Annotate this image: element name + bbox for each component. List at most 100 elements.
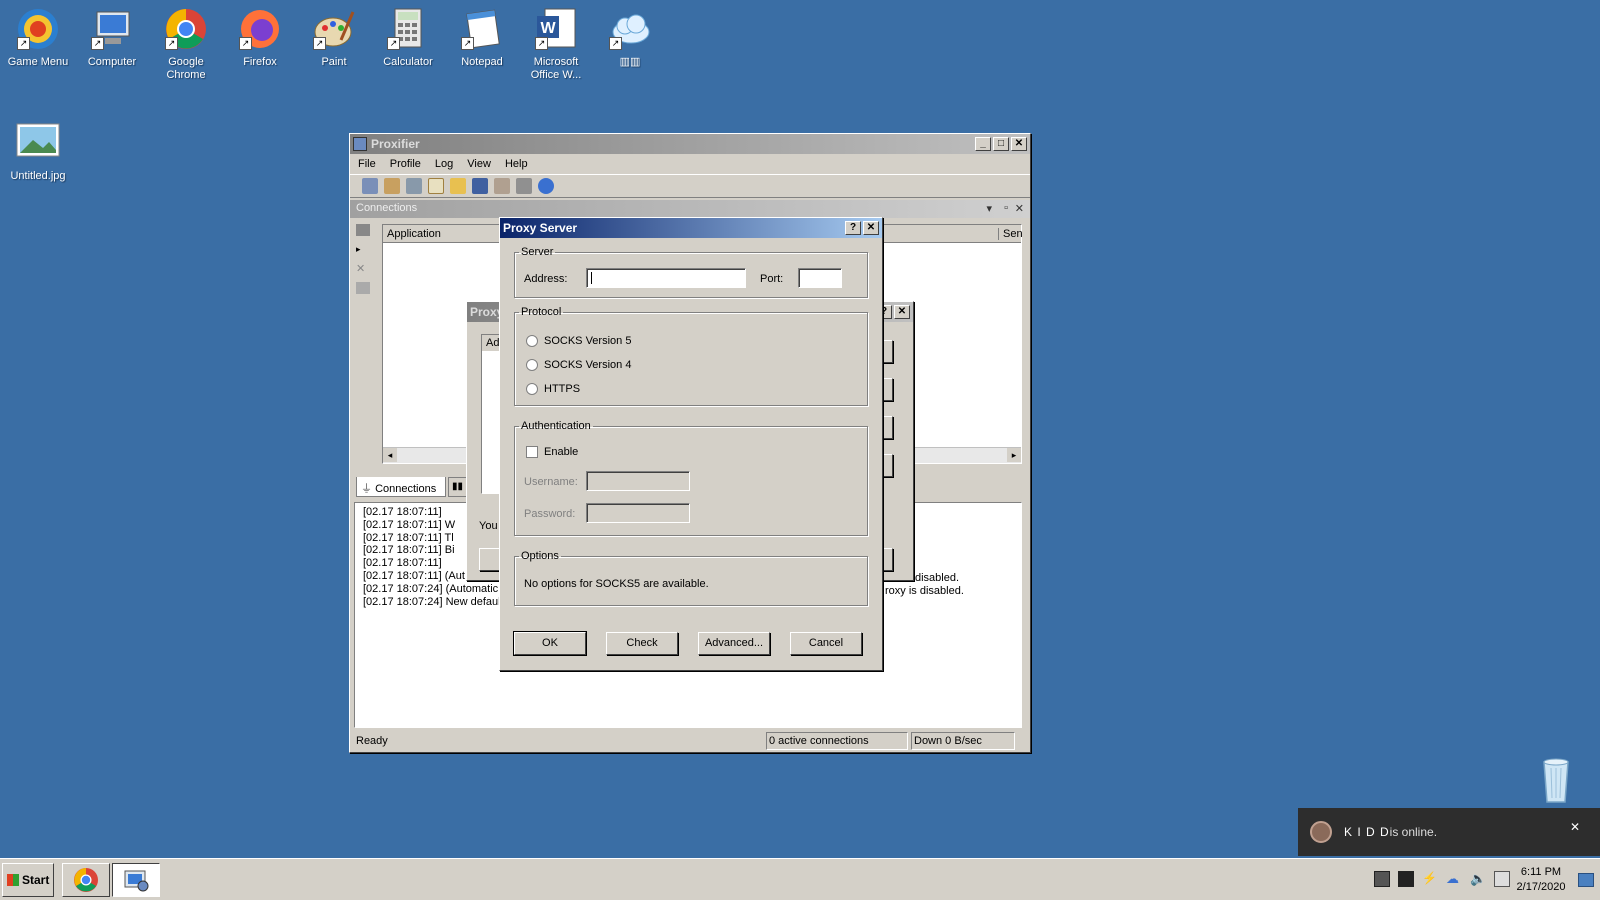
radio-socks5[interactable]: SOCKS Version 5 [526, 335, 631, 347]
notification-user: K I D D [1344, 825, 1390, 839]
options-icon[interactable] [494, 178, 510, 194]
paint-icon: ↗ [311, 6, 357, 52]
scroll-right-icon[interactable]: ▸ [1007, 448, 1021, 462]
print-icon[interactable] [516, 178, 532, 194]
menu-log[interactable]: Log [435, 158, 453, 170]
volume-icon[interactable]: 🔈 [1470, 871, 1486, 887]
notepad-icon: ↗ [459, 6, 505, 52]
advanced-button[interactable]: Advanced... [698, 632, 770, 655]
enable-checkbox[interactable]: Enable [526, 446, 578, 458]
radio-https[interactable]: HTTPS [526, 383, 580, 395]
desktop-icon-chrome[interactable]: ↗ Google Chrome [148, 6, 224, 82]
menu-help[interactable]: Help [505, 158, 528, 170]
avatar [1310, 821, 1332, 843]
firefox-icon: ↗ [237, 6, 283, 52]
port-input[interactable] [798, 268, 842, 288]
app-tray-icon[interactable] [1398, 871, 1414, 887]
ok-button[interactable]: OK [513, 631, 587, 656]
new-profile-icon[interactable] [428, 178, 444, 194]
desktop-icon-label: Computer [87, 56, 137, 68]
panel-close-icon[interactable]: ✕ [1015, 202, 1024, 215]
maximize-button[interactable]: □ [993, 137, 1009, 151]
desktop-icon-calculator[interactable]: ↗ Calculator [370, 6, 446, 69]
panel-pin-icon[interactable]: ▫ [1004, 202, 1008, 214]
taskbar-chrome[interactable] [62, 863, 110, 897]
proxy-server-dialog: Proxy Server ? ✕ Server Address: Port: P… [499, 217, 883, 671]
save-profile-icon[interactable] [472, 178, 488, 194]
tab-traffic[interactable]: ▮▮ [448, 477, 468, 497]
name-resolution-icon[interactable] [406, 178, 422, 194]
svg-text:W: W [540, 20, 556, 37]
help-icon[interactable] [538, 178, 554, 194]
scroll-left-icon[interactable]: ◂ [383, 448, 397, 462]
group-label: Server [521, 246, 554, 258]
calculator-icon: ↗ [385, 6, 431, 52]
cloud-tray-icon[interactable]: ☁ [1446, 871, 1462, 887]
open-profile-icon[interactable] [450, 178, 466, 194]
notification-close-icon[interactable]: ✕ [1570, 820, 1580, 834]
desktop-icon-label: Game Menu [7, 56, 69, 68]
desktop-icon-firefox[interactable]: ↗ Firefox [222, 6, 298, 69]
status-ready: Ready [356, 735, 388, 747]
show-desktop-icon[interactable] [1578, 873, 1594, 887]
address-label: Address: [524, 273, 568, 285]
desktop-icon-label: Firefox [243, 56, 277, 68]
copy-icon[interactable] [356, 282, 370, 294]
desktop-icon-untitled-jpg[interactable]: Untitled.jpg [0, 120, 76, 183]
group-label: Protocol [521, 306, 562, 318]
radio-label: SOCKS Version 5 [544, 335, 632, 347]
address-input[interactable] [586, 268, 746, 288]
col-sent[interactable]: Sen [998, 228, 1023, 240]
tab-connections[interactable]: ⏚ Connections [356, 477, 446, 497]
desktop-icon-notepad[interactable]: ↗ Notepad [444, 6, 520, 69]
username-input[interactable] [586, 471, 690, 491]
menu-file[interactable]: File [358, 158, 376, 170]
desktop-icon-computer[interactable]: ↗ Computer [74, 6, 150, 69]
recycle-bin-icon[interactable] [1536, 756, 1576, 806]
username-label: Username: [524, 476, 578, 488]
network-icon[interactable] [1494, 871, 1510, 887]
radio-circle [526, 359, 538, 371]
help-button[interactable]: ? [845, 221, 861, 235]
close-button[interactable]: ✕ [863, 221, 879, 235]
status-bar: Ready 0 active connections Down 0 B/sec [354, 732, 1022, 750]
menu-profile[interactable]: Profile [390, 158, 421, 170]
arrow-icon[interactable]: ▸ [356, 244, 370, 254]
checkbox-label: Enable [544, 446, 579, 458]
status-active-connections: 0 active connections [766, 732, 908, 750]
desktop-icon-game-menu[interactable]: ↗ Game Menu [0, 6, 76, 69]
connections-panel-header: Connections ✕ ▫ ▾ [350, 200, 1030, 218]
desktop-icon-label: Untitled.jpg [10, 170, 66, 182]
radio-circle [526, 335, 538, 347]
col-application[interactable]: Application [387, 228, 441, 240]
desktop-icon-paint[interactable]: ↗ Paint [296, 6, 372, 69]
minimize-button[interactable]: _ [975, 137, 991, 151]
network-off-tray-icon[interactable]: ⚡ [1422, 871, 1438, 887]
online-notification[interactable]: K I D D is online. ✕ [1298, 808, 1600, 856]
clock[interactable]: 6:11 PM 2/17/2020 [1510, 865, 1572, 895]
desktop-icon-cloud[interactable]: ↗ ▥▥ [592, 6, 668, 69]
proxification-rules-icon[interactable] [384, 178, 400, 194]
desktop-icon-word[interactable]: W ↗ Microsoft Office W... [518, 6, 594, 82]
cancel-button[interactable]: Cancel [790, 632, 862, 655]
toolbar [350, 174, 1030, 198]
desktop-icon-label: Microsoft Office W... [530, 56, 582, 81]
cloud-icon: ↗ [607, 6, 653, 52]
square-tray-icon[interactable] [1374, 871, 1390, 887]
list-icon[interactable] [356, 224, 370, 236]
log-line-right: disabled. [915, 572, 960, 584]
start-button[interactable]: Start [2, 863, 54, 897]
close-connection-icon[interactable]: ✕ [356, 262, 370, 275]
check-button[interactable]: Check [606, 632, 678, 655]
menu-view[interactable]: View [467, 158, 491, 170]
chrome-icon: ↗ [163, 6, 209, 52]
close-button[interactable]: ✕ [894, 305, 910, 319]
desktop-icon-label: Paint [321, 56, 347, 68]
taskbar-proxifier[interactable] [112, 863, 160, 897]
password-input[interactable] [586, 503, 690, 523]
close-button[interactable]: ✕ [1011, 137, 1027, 151]
options-text: No options for SOCKS5 are available. [524, 578, 709, 590]
radio-socks4[interactable]: SOCKS Version 4 [526, 359, 631, 371]
proxy-servers-icon[interactable] [362, 178, 378, 194]
panel-dropdown-icon[interactable]: ▾ [986, 202, 992, 215]
